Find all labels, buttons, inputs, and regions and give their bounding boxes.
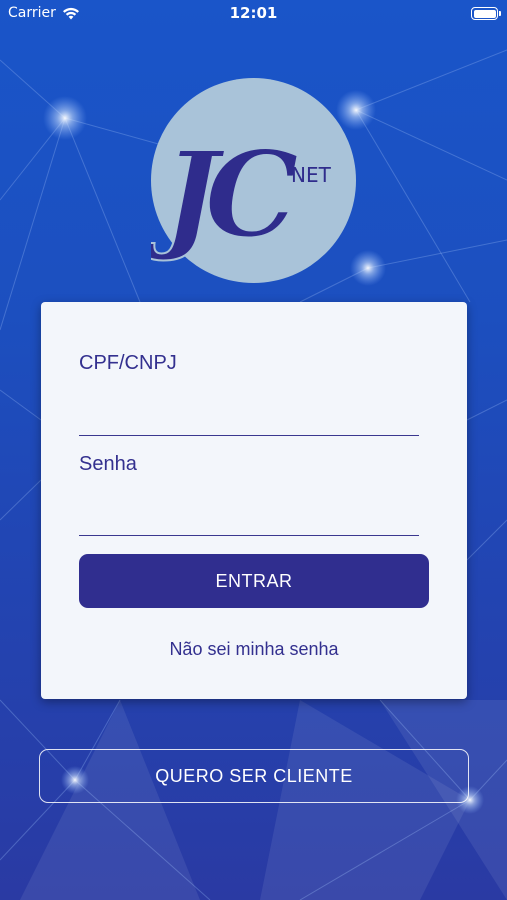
- logo-suffix: NET: [291, 163, 332, 187]
- senha-input[interactable]: [79, 502, 419, 536]
- logo-letters: JC: [151, 125, 298, 264]
- cpf-label: CPF/CNPJ: [79, 352, 177, 374]
- battery-icon: [471, 7, 501, 20]
- entrar-button[interactable]: ENTRAR: [79, 554, 429, 608]
- forgot-password-link[interactable]: Não sei minha senha: [41, 639, 467, 660]
- status-time: 12:01: [229, 4, 278, 22]
- login-card: CPF/CNPJ Senha ENTRAR Não sei minha senh…: [41, 302, 467, 699]
- cpf-input[interactable]: [79, 402, 419, 436]
- jc-net-logo: JC NET: [151, 78, 356, 283]
- status-bar: Carrier 12:01: [0, 0, 507, 30]
- quero-ser-cliente-button[interactable]: QUERO SER CLIENTE: [39, 749, 469, 803]
- senha-label: Senha: [79, 453, 137, 475]
